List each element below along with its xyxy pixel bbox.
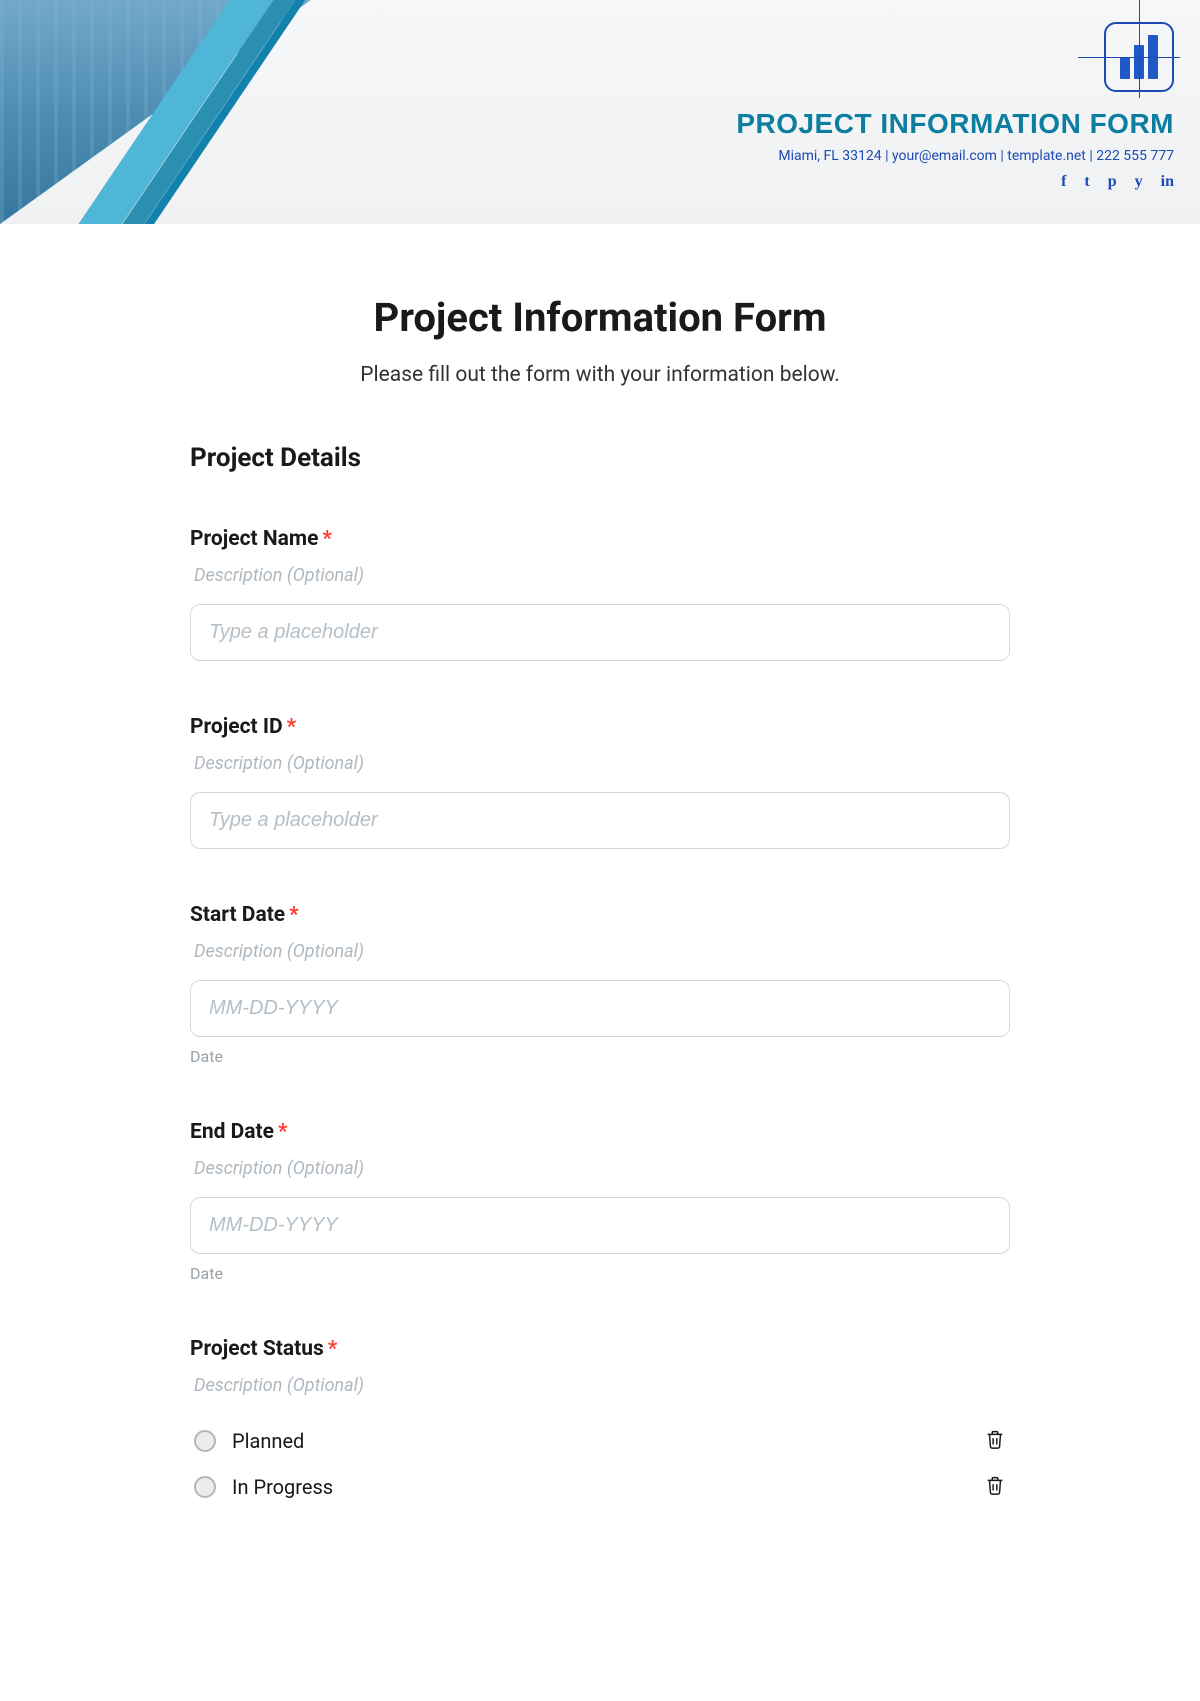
field-description[interactable]: Description (Optional)	[190, 565, 1010, 586]
header-title: PROJECT INFORMATION FORM	[736, 108, 1174, 140]
pinterest-icon[interactable]: p	[1108, 174, 1117, 190]
form-title: Project Information Form	[190, 294, 1010, 341]
header-banner: PROJECT INFORMATION FORM Miami, FL 33124…	[0, 0, 1200, 224]
section-title-project-details: Project Details	[190, 443, 1010, 473]
input-project-id[interactable]	[190, 792, 1010, 849]
field-description[interactable]: Description (Optional)	[190, 941, 1010, 962]
option-label: Planned	[232, 1429, 304, 1453]
label-project-name: Project Name*	[190, 527, 1010, 551]
label-start-date: Start Date*	[190, 903, 1010, 927]
radio-in-progress[interactable]	[194, 1476, 216, 1498]
sublabel-date: Date	[190, 1047, 1010, 1066]
sublabel-date: Date	[190, 1264, 1010, 1283]
delete-option-icon[interactable]	[984, 1428, 1006, 1454]
radio-planned[interactable]	[194, 1430, 216, 1452]
label-project-id: Project ID*	[190, 715, 1010, 739]
delete-option-icon[interactable]	[984, 1474, 1006, 1500]
facebook-icon[interactable]: f	[1061, 174, 1066, 190]
input-start-date[interactable]	[190, 980, 1010, 1037]
label-project-status: Project Status*	[190, 1337, 1010, 1361]
linkedin-icon[interactable]: in	[1161, 174, 1174, 190]
field-description[interactable]: Description (Optional)	[190, 1375, 1010, 1396]
input-project-name[interactable]	[190, 604, 1010, 661]
social-icons: f t p y in	[736, 174, 1174, 190]
field-description[interactable]: Description (Optional)	[190, 1158, 1010, 1179]
field-project-id: Project ID* Description (Optional)	[190, 715, 1010, 849]
tumblr-icon[interactable]: t	[1084, 174, 1089, 190]
field-project-status: Project Status* Description (Optional) P…	[190, 1337, 1010, 1510]
input-end-date[interactable]	[190, 1197, 1010, 1254]
field-end-date: End Date* Description (Optional) Date	[190, 1120, 1010, 1283]
option-label: In Progress	[232, 1475, 333, 1499]
field-project-name: Project Name* Description (Optional)	[190, 527, 1010, 661]
label-end-date: End Date*	[190, 1120, 1010, 1144]
form-subtitle: Please fill out the form with your infor…	[190, 363, 1010, 387]
status-option-row: Planned	[190, 1418, 1010, 1464]
header-contact: Miami, FL 33124 | your@email.com | templ…	[736, 148, 1174, 164]
status-option-row: In Progress	[190, 1464, 1010, 1510]
logo-icon	[1104, 22, 1174, 92]
field-start-date: Start Date* Description (Optional) Date	[190, 903, 1010, 1066]
field-description[interactable]: Description (Optional)	[190, 753, 1010, 774]
twitter-icon[interactable]: y	[1135, 174, 1143, 190]
